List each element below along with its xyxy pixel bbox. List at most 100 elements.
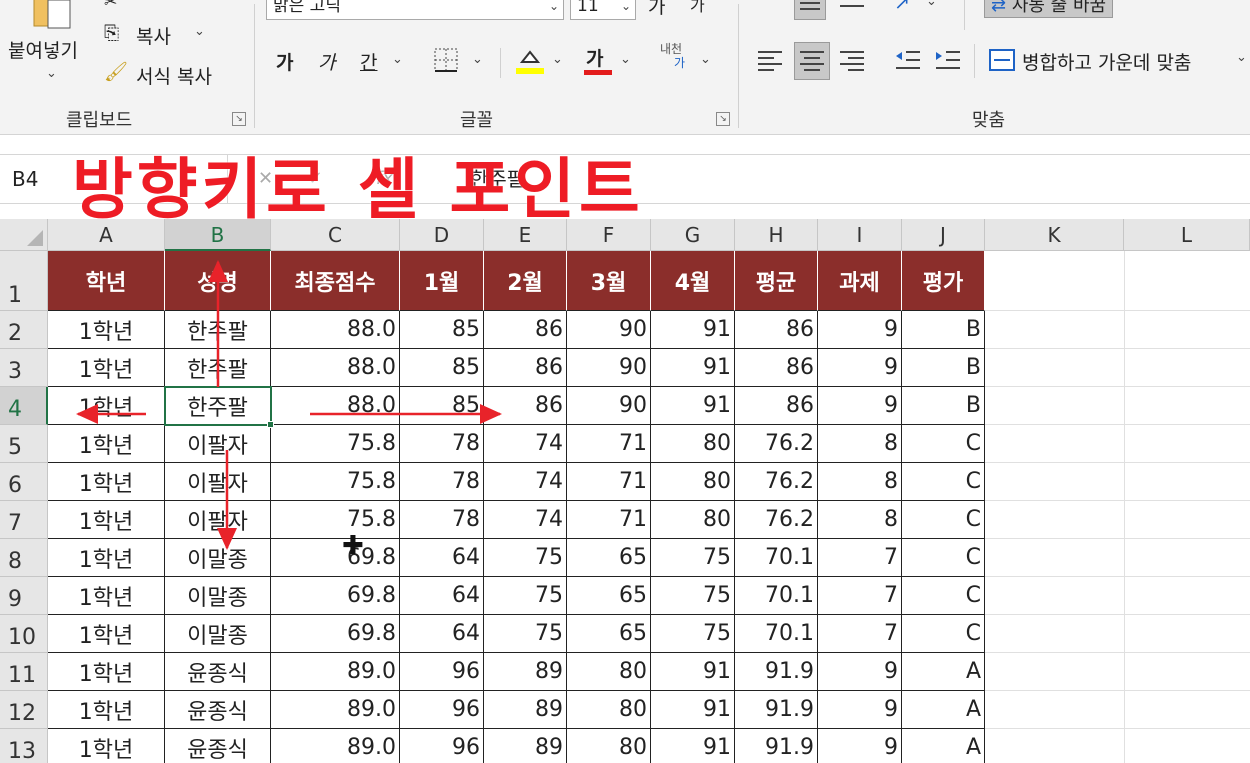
table-cell[interactable]: 74 bbox=[484, 501, 567, 539]
table-cell[interactable]: 75 bbox=[484, 577, 567, 615]
row-header-10[interactable]: 10 bbox=[0, 615, 48, 653]
table-cell[interactable]: 89.0 bbox=[271, 691, 400, 729]
table-cell[interactable]: 70.1 bbox=[735, 539, 818, 577]
table-cell[interactable]: 80 bbox=[651, 463, 735, 501]
font-launcher-icon[interactable]: ↘ bbox=[716, 112, 730, 126]
table-cell[interactable]: 89 bbox=[484, 729, 567, 763]
table-cell[interactable]: 75.8 bbox=[271, 501, 400, 539]
grow-font-button[interactable]: 가 bbox=[648, 0, 665, 19]
table-cell[interactable]: 69.8 bbox=[271, 539, 400, 577]
format-painter-button[interactable]: 서식 복사 bbox=[136, 62, 212, 89]
align-left-icon[interactable] bbox=[754, 44, 786, 76]
table-cell[interactable]: 89 bbox=[484, 691, 567, 729]
table-cell[interactable]: 71 bbox=[567, 463, 651, 501]
row-header-1[interactable]: 1 bbox=[0, 251, 48, 311]
table-cell[interactable]: 이팔자 bbox=[165, 425, 271, 463]
column-header-f[interactable]: F bbox=[567, 219, 651, 251]
italic-button[interactable]: 가 bbox=[318, 48, 335, 75]
table-cell[interactable]: 64 bbox=[400, 615, 484, 653]
table-cell[interactable]: 1학년 bbox=[48, 729, 165, 763]
table-cell[interactable]: 91.9 bbox=[735, 691, 818, 729]
table-cell[interactable]: 96 bbox=[400, 729, 484, 763]
table-cell[interactable]: 69.8 bbox=[271, 577, 400, 615]
merge-center-icon[interactable] bbox=[988, 46, 1016, 74]
font-color-button[interactable]: 가 bbox=[586, 44, 603, 71]
table-cell[interactable]: 9 bbox=[818, 311, 902, 349]
table-cell[interactable]: 윤종식 bbox=[165, 653, 271, 691]
table-cell[interactable]: 75 bbox=[651, 539, 735, 577]
row-header-7[interactable]: 7 bbox=[0, 501, 48, 539]
paste-button[interactable]: 붙여넣기 bbox=[8, 36, 78, 63]
table-cell[interactable]: 75 bbox=[484, 615, 567, 653]
table-cell[interactable]: 65 bbox=[567, 539, 651, 577]
table-cell[interactable]: 85 bbox=[400, 311, 484, 349]
format-painter-icon[interactable]: 🖌 bbox=[104, 60, 128, 83]
table-cell[interactable]: 88.0 bbox=[271, 311, 400, 349]
table-cell[interactable]: 88.0 bbox=[271, 349, 400, 387]
increase-indent-icon[interactable] bbox=[932, 44, 964, 76]
table-cell[interactable]: 78 bbox=[400, 425, 484, 463]
table-cell[interactable]: 86 bbox=[735, 387, 818, 425]
table-cell[interactable]: 90 bbox=[567, 311, 651, 349]
table-header-cell[interactable]: 평균 bbox=[735, 251, 818, 311]
table-cell[interactable]: 8 bbox=[818, 463, 902, 501]
fill-color-icon[interactable] bbox=[514, 44, 546, 76]
table-cell[interactable]: 1학년 bbox=[48, 387, 165, 425]
table-cell[interactable]: 1학년 bbox=[48, 311, 165, 349]
table-cell[interactable]: 8 bbox=[818, 425, 902, 463]
table-cell[interactable]: 1학년 bbox=[48, 539, 165, 577]
underline-dropdown-icon[interactable]: ⌄ bbox=[392, 52, 403, 67]
align-right-icon[interactable] bbox=[836, 44, 868, 76]
wrap-text-button[interactable]: ⇄ 자동 줄 바꿈 bbox=[984, 0, 1114, 18]
copy-dropdown-icon[interactable]: ⌄ bbox=[194, 24, 205, 39]
table-cell[interactable]: 74 bbox=[484, 425, 567, 463]
table-cell[interactable]: 1학년 bbox=[48, 653, 165, 691]
table-cell[interactable]: 91 bbox=[651, 387, 735, 425]
orientation-dropdown-icon[interactable]: ⌄ bbox=[926, 0, 937, 9]
column-header-d[interactable]: D bbox=[400, 219, 484, 251]
table-cell[interactable]: 이말종 bbox=[165, 615, 271, 653]
table-cell[interactable]: 9 bbox=[818, 349, 902, 387]
table-cell[interactable]: 91 bbox=[651, 691, 735, 729]
table-cell[interactable]: 75.8 bbox=[271, 463, 400, 501]
table-cell[interactable]: 9 bbox=[818, 729, 902, 763]
font-color-dropdown-icon[interactable]: ⌄ bbox=[620, 52, 631, 67]
merge-center-button[interactable]: 병합하고 가운데 맞춤 bbox=[1022, 48, 1191, 75]
table-header-cell[interactable]: 과제 bbox=[818, 251, 902, 311]
table-cell[interactable]: 1학년 bbox=[48, 349, 165, 387]
decrease-indent-icon[interactable] bbox=[892, 44, 924, 76]
merge-dropdown-icon[interactable]: ⌄ bbox=[1236, 50, 1247, 65]
table-cell[interactable]: 75 bbox=[651, 615, 735, 653]
table-cell[interactable]: 76.2 bbox=[735, 463, 818, 501]
table-cell[interactable]: 88.0 bbox=[271, 387, 400, 425]
column-header-i[interactable]: I bbox=[818, 219, 902, 251]
table-cell[interactable]: 86 bbox=[484, 311, 567, 349]
font-size-combo[interactable]: 11 ⌄ bbox=[570, 0, 636, 20]
table-cell[interactable]: 윤종식 bbox=[165, 729, 271, 763]
table-header-cell[interactable]: 성명 bbox=[165, 251, 271, 311]
align-bottom-icon[interactable] bbox=[836, 0, 868, 24]
table-cell[interactable]: 80 bbox=[651, 501, 735, 539]
table-cell[interactable]: A bbox=[902, 653, 985, 691]
table-cell[interactable]: 75 bbox=[484, 539, 567, 577]
column-header-l[interactable]: L bbox=[1124, 219, 1250, 251]
table-cell[interactable]: 85 bbox=[400, 349, 484, 387]
column-header-a[interactable]: A bbox=[48, 219, 165, 251]
cut-icon[interactable]: ✂ bbox=[104, 0, 117, 11]
table-header-cell[interactable]: 2월 bbox=[484, 251, 567, 311]
table-cell[interactable]: C bbox=[902, 463, 985, 501]
table-cell[interactable]: 이팔자 bbox=[165, 501, 271, 539]
table-cell[interactable]: 1학년 bbox=[48, 463, 165, 501]
table-cell[interactable]: 1학년 bbox=[48, 501, 165, 539]
table-cell[interactable]: 7 bbox=[818, 539, 902, 577]
column-header-g[interactable]: G bbox=[651, 219, 735, 251]
align-top-icon[interactable] bbox=[756, 0, 788, 24]
table-cell[interactable]: 76.2 bbox=[735, 501, 818, 539]
row-header-5[interactable]: 5 bbox=[0, 425, 48, 463]
table-cell[interactable]: 96 bbox=[400, 653, 484, 691]
table-cell[interactable]: 91 bbox=[651, 311, 735, 349]
table-header-cell[interactable]: 3월 bbox=[567, 251, 651, 311]
table-cell[interactable]: B bbox=[902, 311, 985, 349]
table-cell[interactable]: 91.9 bbox=[735, 729, 818, 763]
paste-dropdown-icon[interactable]: ⌄ bbox=[46, 66, 57, 81]
